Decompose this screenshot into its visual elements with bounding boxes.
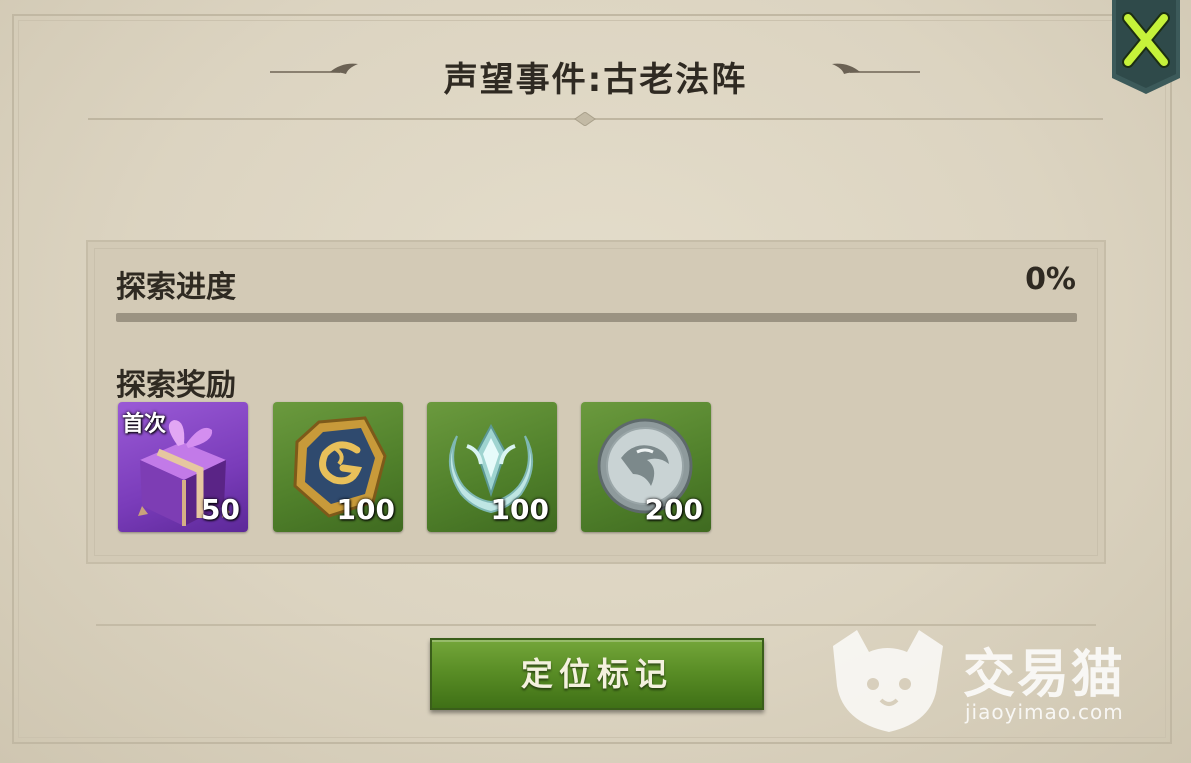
progress-label: 探索进度	[116, 270, 236, 305]
watermark-site: jiaoyimao.com	[965, 700, 1124, 724]
cat-logo-icon	[833, 630, 943, 732]
progress-value: 0%	[1025, 262, 1076, 297]
reward-count: 50	[201, 493, 240, 526]
progress-bar	[116, 313, 1077, 322]
rewards-label: 探索奖励	[116, 368, 236, 403]
reward-item-gift-box[interactable]: 首次 50	[118, 402, 248, 532]
reward-count: 200	[644, 493, 703, 526]
dialog-panel: 声望事件:古老法阵 探索进度 0% 探索奖励 首次 50 100 100 200…	[0, 0, 1191, 763]
title-divider	[88, 112, 1103, 126]
reward-count: 100	[336, 493, 395, 526]
close-icon	[1112, 0, 1180, 94]
watermark: 交易猫 jiaoyimao.com	[823, 626, 1143, 736]
first-time-tag: 首次	[122, 412, 167, 437]
reward-count: 100	[490, 493, 549, 526]
locate-marker-label: 定位标记	[520, 655, 673, 693]
reward-item-gold-badge[interactable]: 100	[273, 402, 403, 532]
reward-item-crest[interactable]: 100	[427, 402, 557, 532]
reward-item-silver-coin[interactable]: 200	[581, 402, 711, 532]
close-button[interactable]	[1112, 0, 1180, 94]
watermark-brand: 交易猫	[963, 645, 1126, 705]
locate-marker-button[interactable]: 定位标记	[430, 638, 764, 710]
dialog-title: 声望事件:古老法阵	[443, 60, 748, 100]
